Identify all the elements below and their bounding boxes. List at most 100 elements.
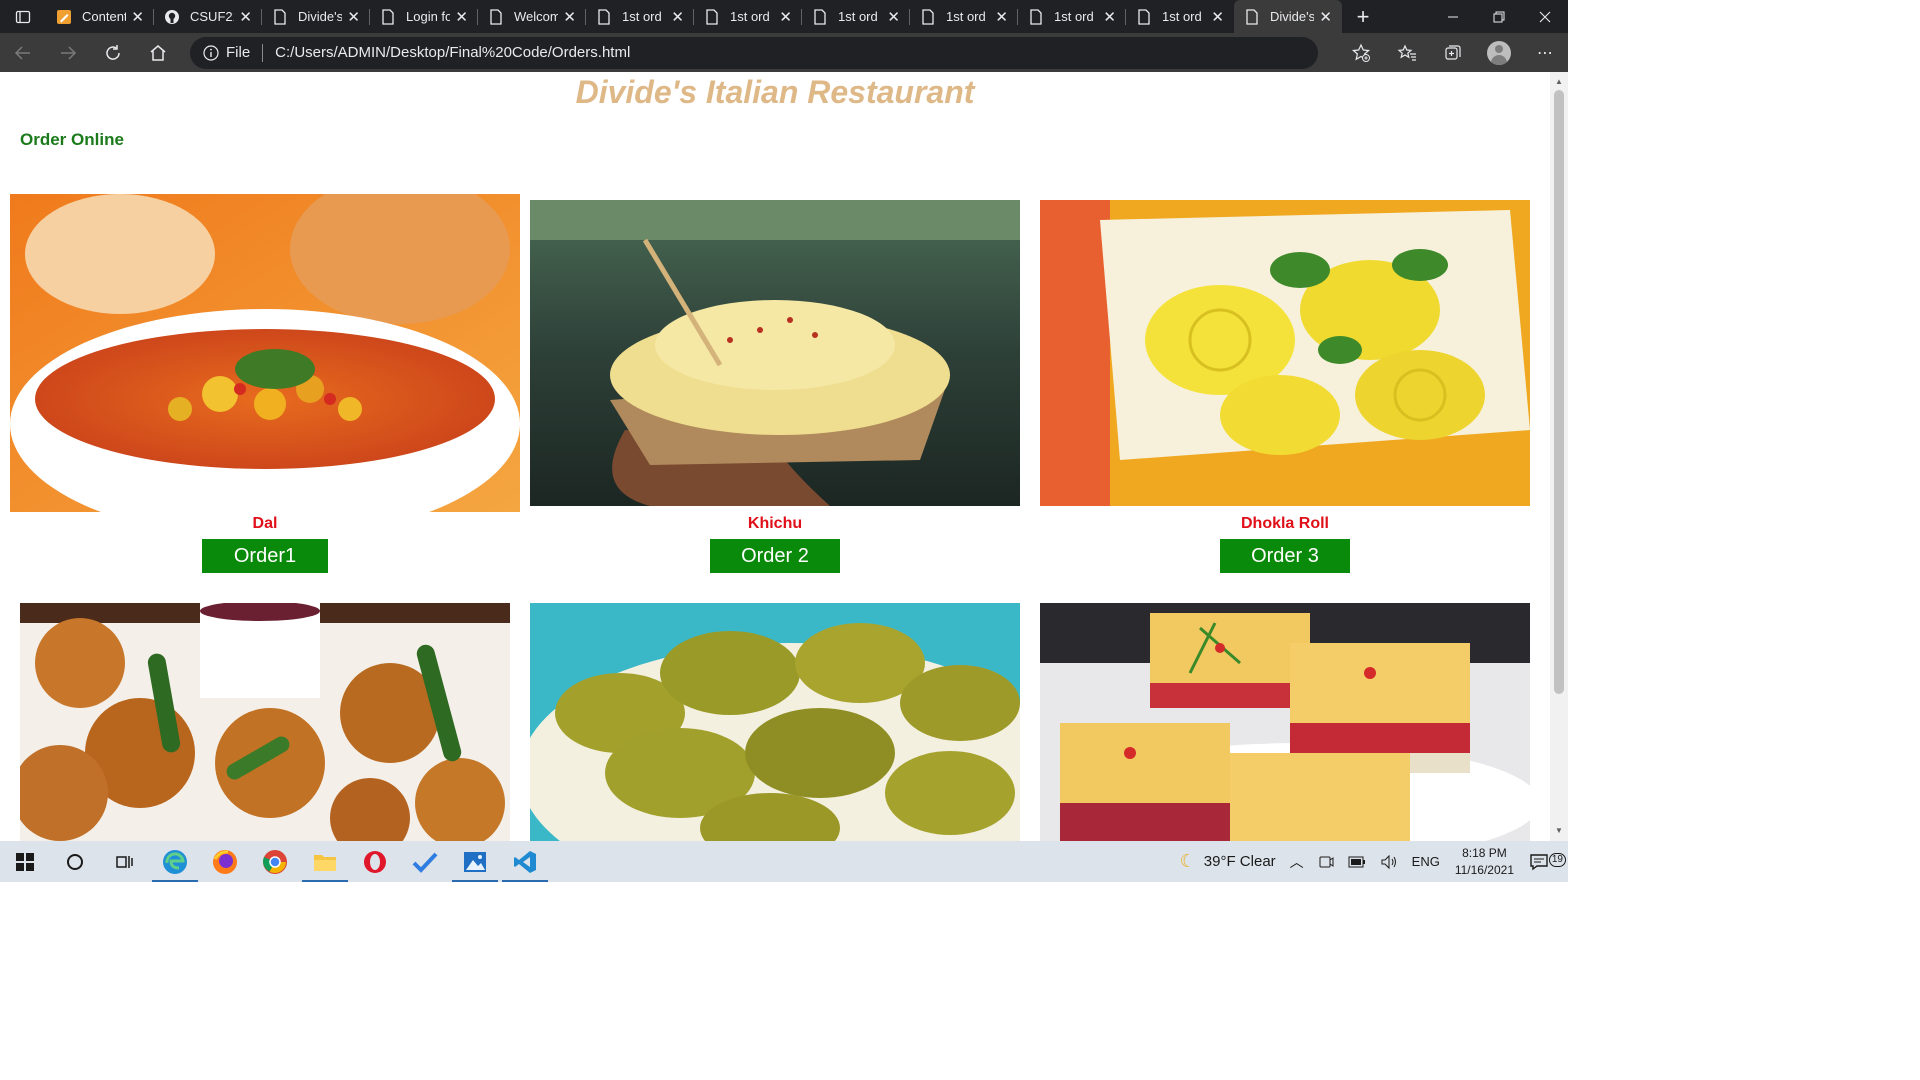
restore-icon <box>1493 11 1505 22</box>
scroll-down-icon[interactable]: ▼ <box>1550 823 1568 839</box>
page-icon <box>1244 8 1260 25</box>
battery-icon <box>1348 856 1365 867</box>
tab-actions-button[interactable] <box>0 0 46 33</box>
refresh-button[interactable] <box>90 33 135 72</box>
profile-button[interactable] <box>1476 33 1522 72</box>
home-icon <box>150 44 165 61</box>
favorites-icon <box>1397 44 1416 61</box>
add-favorite-button[interactable] <box>1338 33 1384 72</box>
favorites-button[interactable] <box>1384 33 1430 72</box>
clock[interactable]: 8:18 PM 11/16/2021 <box>1447 845 1522 879</box>
browser-tab[interactable]: Content ✕ <box>46 0 154 33</box>
tab-title: Divide's <box>298 9 342 24</box>
meet-now-button[interactable] <box>1311 854 1341 870</box>
dal-image <box>10 194 520 512</box>
vscode-taskbar-app[interactable] <box>500 841 550 882</box>
browser-tab[interactable]: 1st ord ✕ <box>694 0 802 33</box>
windows-logo-icon <box>16 852 34 871</box>
more-options-button[interactable]: ⋯ <box>1522 33 1568 72</box>
system-tray: ☾ 39°F Clear ︿ ENG 8:18 PM 11/16/2021 19 <box>1173 841 1568 882</box>
plus-icon: + <box>1356 3 1370 29</box>
close-icon[interactable]: ✕ <box>995 8 1008 26</box>
close-icon[interactable]: ✕ <box>455 8 468 26</box>
minimize-button[interactable] <box>1430 0 1476 33</box>
show-hidden-icons-button[interactable]: ︿ <box>1283 852 1311 872</box>
forward-button[interactable] <box>45 33 90 72</box>
browser-tab[interactable]: CSUF21 ✕ <box>154 0 262 33</box>
chrome-taskbar-app[interactable] <box>250 841 300 882</box>
home-button[interactable] <box>135 33 180 72</box>
page-scrollbar[interactable]: ▲ ▼ <box>1550 72 1568 841</box>
weather-text: 39°F Clear <box>1203 853 1276 870</box>
todo-taskbar-app[interactable] <box>400 841 450 882</box>
close-icon[interactable]: ✕ <box>347 8 360 26</box>
pakora-image <box>20 603 510 841</box>
photos-taskbar-app[interactable] <box>450 841 500 882</box>
minimize-icon <box>1448 16 1458 17</box>
browser-tab[interactable]: 1st ord ✕ <box>1126 0 1234 33</box>
address-divider <box>262 43 264 62</box>
back-arrow-icon <box>14 45 30 60</box>
address-bar[interactable]: File C:/Users/ADMIN/Desktop/Final%20Code… <box>190 36 1318 69</box>
item-name: Khichu <box>747 515 803 532</box>
page-icon <box>920 8 936 25</box>
close-icon[interactable]: ✕ <box>239 8 252 26</box>
url-text[interactable]: C:/Users/ADMIN/Desktop/Final%20Code/Orde… <box>275 44 630 61</box>
language-indicator[interactable]: ENG <box>1405 854 1447 869</box>
tab-title: 1st ord <box>622 9 662 24</box>
browser-tab[interactable]: Login fo ✕ <box>370 0 478 33</box>
firefox-taskbar-app[interactable] <box>200 841 250 882</box>
language-text: ENG <box>1411 854 1440 869</box>
checkmark-icon <box>412 852 438 873</box>
browser-tab[interactable]: 1st ord ✕ <box>802 0 910 33</box>
close-icon[interactable]: ✕ <box>1103 8 1116 26</box>
photos-icon <box>464 851 486 872</box>
close-icon[interactable]: ✕ <box>131 8 144 26</box>
page-icon <box>272 8 288 25</box>
browser-tab[interactable]: Divide's ✕ <box>262 0 370 33</box>
browser-tab[interactable]: 1st ord ✕ <box>586 0 694 33</box>
page-viewport: Divide's Italian Restaurant Order Online… <box>0 72 1550 841</box>
order-3-button[interactable]: Order 3 <box>1220 539 1350 573</box>
volume-button[interactable] <box>1373 854 1405 870</box>
browser-tab[interactable]: Welcom ✕ <box>478 0 586 33</box>
weather-widget[interactable]: ☾ 39°F Clear <box>1173 851 1283 872</box>
page-icon <box>380 8 396 25</box>
search-button[interactable] <box>50 841 100 882</box>
close-icon[interactable]: ✕ <box>1211 8 1224 26</box>
close-icon[interactable]: ✕ <box>779 8 792 26</box>
close-icon[interactable]: ✕ <box>1319 8 1332 26</box>
browser-tab[interactable]: 1st ord ✕ <box>1018 0 1126 33</box>
restore-button[interactable] <box>1476 0 1522 33</box>
collections-icon <box>1445 44 1461 60</box>
page-icon <box>596 8 612 25</box>
opera-taskbar-app[interactable] <box>350 841 400 882</box>
notifications-button[interactable]: 19 <box>1522 852 1568 871</box>
browser-toolbar: File C:/Users/ADMIN/Desktop/Final%20Code… <box>0 33 1568 72</box>
order-2-button[interactable]: Order 2 <box>710 539 840 573</box>
new-tab-button[interactable]: + <box>1342 0 1384 33</box>
close-icon[interactable]: ✕ <box>563 8 576 26</box>
collections-button[interactable] <box>1430 33 1476 72</box>
order-1-button[interactable]: Order1 <box>202 539 328 573</box>
info-icon[interactable] <box>196 44 226 61</box>
tab-title: CSUF21 <box>190 9 234 24</box>
close-icon[interactable]: ✕ <box>887 8 900 26</box>
scrollbar-thumb[interactable] <box>1554 90 1564 694</box>
browser-tab-active[interactable]: Divide's ✕ <box>1234 0 1342 33</box>
file-explorer-taskbar-app[interactable] <box>300 841 350 882</box>
khichu-image <box>530 200 1020 506</box>
meet-now-icon <box>1319 856 1334 867</box>
close-icon <box>1539 11 1551 22</box>
start-button[interactable] <box>0 841 50 882</box>
back-button[interactable] <box>0 33 45 72</box>
edge-taskbar-app[interactable] <box>150 841 200 882</box>
task-view-button[interactable] <box>100 841 150 882</box>
browser-tab[interactable]: 1st ord ✕ <box>910 0 1018 33</box>
battery-button[interactable] <box>1341 856 1373 868</box>
search-circle-icon <box>67 853 83 870</box>
close-icon[interactable]: ✕ <box>671 8 684 26</box>
moon-icon: ☾ <box>1179 851 1196 871</box>
close-window-button[interactable] <box>1522 0 1568 33</box>
scroll-up-icon[interactable]: ▲ <box>1550 74 1568 90</box>
